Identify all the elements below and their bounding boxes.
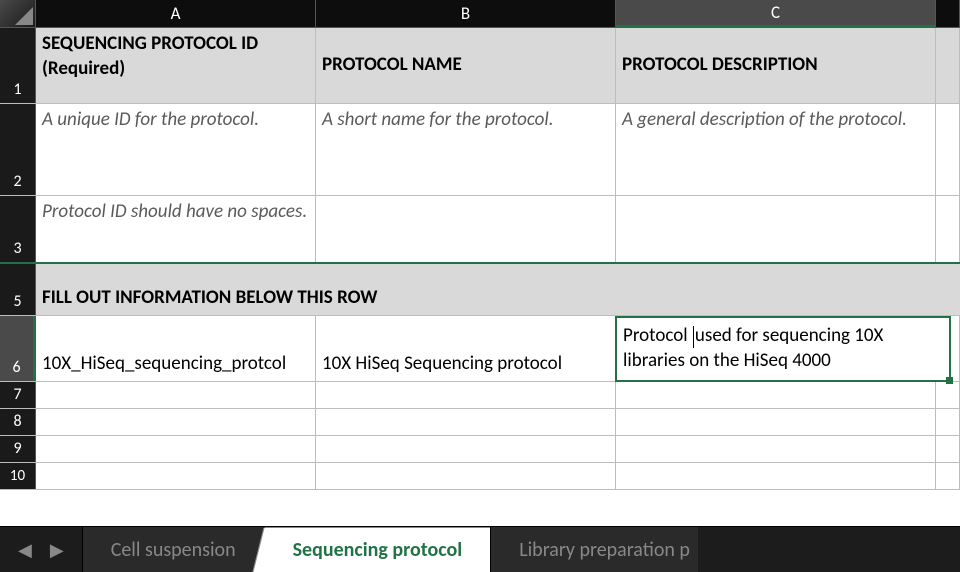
cell-B3[interactable]: [316, 196, 616, 262]
sheet-tab-bar: ◀ ▶ Cell suspension Sequencing protocol …: [0, 526, 960, 572]
cell-B1[interactable]: PROTOCOL NAME: [316, 28, 616, 103]
cell-D1[interactable]: [936, 28, 960, 103]
spreadsheet-window: A B C 1 SEQUENCING PROTOCOL ID (Required…: [0, 0, 960, 572]
cell-D2[interactable]: [936, 104, 960, 195]
row-header-7[interactable]: 7: [0, 382, 36, 408]
cell-A6[interactable]: 10X_HiSeq_sequencing_protcol: [36, 316, 316, 381]
table-row: 7: [0, 382, 960, 409]
table-row: 3 Protocol ID should have no spaces.: [0, 196, 960, 264]
sheet-tab-sequencing-protocol[interactable]: Sequencing protocol: [264, 527, 491, 572]
row-header-5[interactable]: 5: [0, 264, 36, 315]
text-caret: [693, 326, 694, 348]
select-all-corner[interactable]: [0, 0, 36, 28]
cell-B9[interactable]: [316, 436, 616, 462]
table-row: 9: [0, 436, 960, 463]
row-header-3[interactable]: 3: [0, 196, 36, 262]
cell-A8[interactable]: [36, 409, 316, 435]
cell-D10[interactable]: [936, 463, 960, 489]
cell-D9[interactable]: [936, 436, 960, 462]
cell-B10[interactable]: [316, 463, 616, 489]
cell-C8[interactable]: [616, 409, 936, 435]
row-header-2[interactable]: 2: [0, 104, 36, 195]
cell-B2[interactable]: A short name for the protocol.: [316, 104, 616, 195]
cell-C10[interactable]: [616, 463, 936, 489]
column-header-row: A B C: [0, 0, 960, 28]
cell-A5-merged[interactable]: FILL OUT INFORMATION BELOW THIS ROW: [36, 264, 960, 315]
table-row: 5 FILL OUT INFORMATION BELOW THIS ROW: [0, 264, 960, 316]
cell-A9[interactable]: [36, 436, 316, 462]
cell-D8[interactable]: [936, 409, 960, 435]
cell-A3[interactable]: Protocol ID should have no spaces.: [36, 196, 316, 262]
column-header-C[interactable]: C: [616, 0, 936, 28]
cell-B7[interactable]: [316, 382, 616, 408]
active-cell-editor[interactable]: Protocol used for sequencing 10X librari…: [615, 316, 951, 382]
row-header-8[interactable]: 8: [0, 409, 36, 435]
row-header-6[interactable]: 6: [0, 316, 36, 381]
tab-nav-next-icon[interactable]: ▶: [50, 539, 64, 561]
cell-A7[interactable]: [36, 382, 316, 408]
row-header-10[interactable]: 10: [0, 463, 36, 489]
rows-container: 1 SEQUENCING PROTOCOL ID (Required) PROT…: [0, 28, 960, 490]
table-row: 10: [0, 463, 960, 490]
cell-B8[interactable]: [316, 409, 616, 435]
cell-C7[interactable]: [616, 382, 936, 408]
edit-text-pre: Protocol: [623, 324, 692, 347]
sheet-tab-library-preparation[interactable]: Library preparation p: [490, 527, 698, 572]
cell-D7[interactable]: [936, 382, 960, 408]
cell-A2[interactable]: A unique ID for the protocol.: [36, 104, 316, 195]
column-header-D-cut[interactable]: [936, 0, 960, 28]
row-header-1[interactable]: 1: [0, 28, 36, 103]
fill-handle[interactable]: [946, 377, 953, 384]
cell-C3[interactable]: [616, 196, 936, 262]
column-header-B[interactable]: B: [316, 0, 616, 28]
cell-A10[interactable]: [36, 463, 316, 489]
grid-area: A B C 1 SEQUENCING PROTOCOL ID (Required…: [0, 0, 960, 526]
cell-B6[interactable]: 10X HiSeq Sequencing protocol: [316, 316, 616, 381]
table-row: 2 A unique ID for the protocol. A short …: [0, 104, 960, 196]
cell-A1[interactable]: SEQUENCING PROTOCOL ID (Required): [36, 28, 316, 103]
tab-nav-arrows: ◀ ▶: [10, 527, 82, 572]
cell-C1[interactable]: PROTOCOL DESCRIPTION: [616, 28, 936, 103]
sheet-tab-cell-suspension[interactable]: Cell suspension: [82, 527, 264, 572]
cell-C9[interactable]: [616, 436, 936, 462]
cell-C2[interactable]: A general description of the protocol.: [616, 104, 936, 195]
column-header-A[interactable]: A: [36, 0, 316, 28]
cell-D3[interactable]: [936, 196, 960, 262]
table-row: 1 SEQUENCING PROTOCOL ID (Required) PROT…: [0, 28, 960, 104]
row-header-9[interactable]: 9: [0, 436, 36, 462]
table-row: 8: [0, 409, 960, 436]
tab-nav-prev-icon[interactable]: ◀: [18, 539, 32, 561]
